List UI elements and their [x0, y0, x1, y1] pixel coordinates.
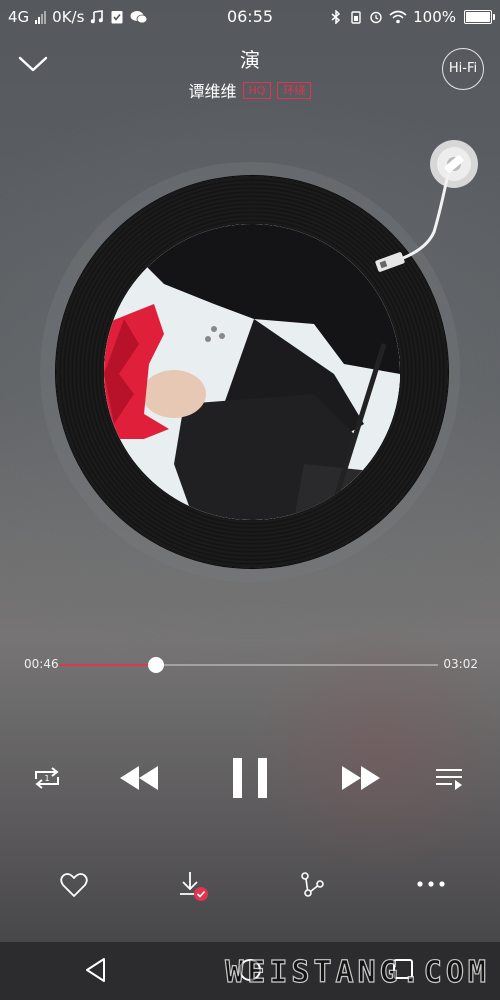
watermark: WEISTANG.COM — [225, 954, 490, 990]
progress-knob[interactable] — [147, 657, 164, 673]
song-title: 演 — [240, 48, 260, 72]
progress-bar[interactable] — [60, 657, 438, 673]
quality-badge-surround: 环绕 — [277, 81, 312, 99]
elapsed-time: 00:46 — [24, 657, 59, 671]
progress-played — [60, 664, 156, 666]
bluetooth-icon — [331, 10, 341, 24]
repeat-one-icon[interactable]: 1 — [32, 766, 62, 790]
svg-text:1: 1 — [44, 774, 49, 783]
fast-forward-icon[interactable] — [340, 764, 382, 792]
status-bar: 4G 0K/s 06:55 100% — [0, 0, 500, 34]
share-icon[interactable] — [298, 870, 326, 898]
heart-icon[interactable] — [60, 872, 88, 898]
battery-percent: 100% — [413, 8, 456, 26]
wifi-icon — [389, 10, 407, 24]
song-subtitle: 谭维维 HQ 环绕 — [0, 78, 500, 102]
rewind-icon[interactable] — [118, 764, 160, 792]
battery-saver-icon — [351, 11, 361, 24]
album-art[interactable] — [104, 224, 400, 520]
hifi-button[interactable]: Hi-Fi — [442, 48, 484, 90]
alarm-icon — [370, 11, 382, 24]
downloaded-icon[interactable] — [178, 870, 210, 902]
battery-icon — [464, 10, 495, 24]
artist-name[interactable]: 谭维维 — [189, 78, 237, 102]
quality-badge-hq: HQ — [242, 81, 272, 99]
pause-icon[interactable] — [230, 756, 270, 800]
more-icon[interactable] — [416, 878, 446, 890]
total-time: 03:02 — [443, 657, 478, 671]
tonearm[interactable] — [368, 132, 478, 282]
playlist-icon[interactable] — [434, 767, 464, 791]
back-icon[interactable] — [84, 957, 108, 983]
